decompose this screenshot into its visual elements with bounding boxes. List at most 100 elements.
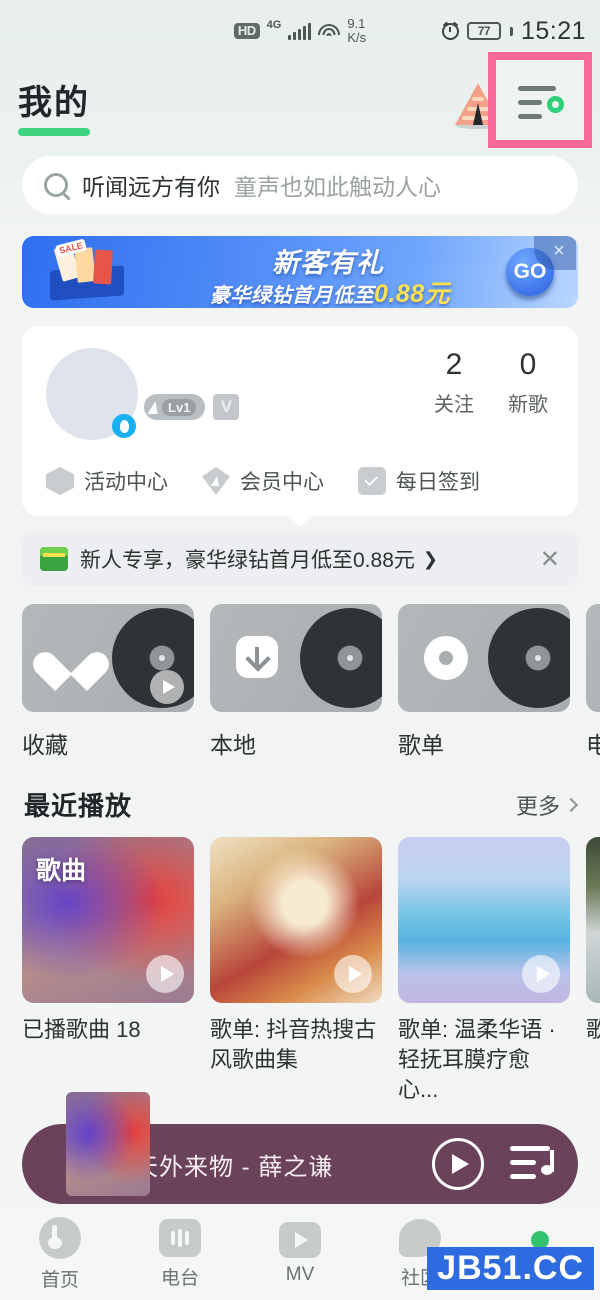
alarm-icon	[441, 22, 459, 40]
tile-art	[586, 604, 600, 712]
recent-caption: 歌单: 抖音热搜古风歌曲集	[210, 1017, 377, 1072]
stat-label: 新歌	[508, 394, 548, 416]
vinyl-icon	[300, 608, 382, 708]
tile-art	[210, 604, 382, 712]
avatar[interactable]	[46, 348, 138, 440]
status-bar-center: HD 4G 9.1 K/s	[233, 17, 366, 45]
entry-daily-checkin[interactable]: 每日签到	[358, 466, 480, 496]
search-icon	[44, 173, 68, 197]
app-screen: HD 4G 9.1 K/s 77 15:21 我的 听闻远方有你 童声也如此触动…	[0, 0, 600, 1300]
recent-cover	[210, 837, 382, 1003]
play-icon[interactable]	[146, 955, 184, 993]
recent-caption: 已播歌曲 18	[22, 1017, 141, 1042]
box-icon	[46, 467, 74, 495]
nav-item-mv[interactable]: MV	[240, 1222, 360, 1286]
wifi-icon	[318, 23, 341, 40]
stat-label: 关注	[434, 394, 474, 416]
stat-number: 0	[519, 348, 537, 381]
entry-label: 每日签到	[396, 471, 480, 494]
vip-badge[interactable]: V	[213, 394, 240, 420]
recent-card[interactable]: 歌单: 选	[586, 837, 600, 1105]
banner-subtitle: 豪华绿钻首月低至0.88元	[210, 274, 450, 308]
play-icon[interactable]	[522, 955, 560, 993]
banner-subtitle-prefix: 豪华绿钻首月低至	[210, 285, 374, 307]
tile-local[interactable]: 本地	[210, 604, 382, 760]
recent-card[interactable]: 歌单: 抖音热搜古风歌曲集	[210, 837, 382, 1105]
stat-number: 2	[445, 348, 463, 381]
promo-banner[interactable]: SALE 新客有礼 豪华绿钻首月低至0.88元 GO ×	[22, 236, 578, 308]
entry-activity-center[interactable]: 活动中心	[46, 466, 168, 496]
play-icon[interactable]	[334, 955, 372, 993]
chevron-right-icon: ❯	[422, 548, 438, 569]
network-type-label: 4G	[266, 19, 282, 31]
promo-close-icon[interactable]: ✕	[540, 545, 560, 574]
speed-value: 9.1	[347, 16, 366, 31]
tile-label: 电台	[586, 732, 600, 758]
home-note-icon	[39, 1216, 81, 1259]
qq-badge-icon	[112, 414, 136, 438]
profile-row: Lv1 V 2 关注 0 新歌	[46, 348, 554, 440]
radio-icon	[159, 1218, 201, 1257]
diamond-icon	[202, 467, 230, 495]
cd-icon	[424, 636, 468, 680]
recent-cover: 歌曲	[22, 837, 194, 1003]
category-tiles: 收藏 本地 歌单 电台	[0, 586, 600, 760]
watermark: JB51.CC	[427, 1247, 594, 1290]
battery-icon: 77	[466, 22, 501, 40]
player-cover[interactable]	[66, 1092, 150, 1196]
mini-player[interactable]: 天外来物 - 薛之谦	[22, 1092, 578, 1204]
entry-member-center[interactable]: 会员中心	[202, 466, 324, 496]
recent-card[interactable]: 歌曲 已播歌曲 18	[22, 837, 194, 1105]
playlist-icon[interactable]	[510, 1144, 556, 1184]
vinyl-icon	[488, 608, 570, 708]
entry-label: 活动中心	[84, 471, 168, 494]
speed-unit: K/s	[347, 30, 367, 45]
battery-tip-icon	[509, 26, 513, 36]
menu-icon[interactable]	[518, 84, 564, 124]
play-icon[interactable]	[150, 670, 184, 704]
banner-price: 0.88元	[374, 280, 451, 308]
page-header: 我的	[0, 52, 600, 148]
stat-follow[interactable]: 2 关注	[434, 348, 474, 417]
recent-card[interactable]: 歌单: 温柔华语 · 轻抚耳膜疗愈心...	[398, 837, 570, 1105]
search-subtext: 童声也如此触动人心	[234, 174, 441, 200]
section-title: 最近播放	[24, 791, 133, 821]
chevron-right-icon	[563, 797, 579, 812]
gift-icon	[40, 547, 68, 571]
recent-caption: 歌单: 选	[586, 1017, 600, 1042]
play-icon[interactable]	[432, 1138, 484, 1190]
player-controls	[432, 1138, 556, 1190]
tile-radio[interactable]: 电台	[586, 604, 600, 760]
profile-entries: 活动中心 会员中心 每日签到	[46, 466, 554, 496]
card-notch	[288, 515, 312, 527]
tile-playlists[interactable]: 歌单	[398, 604, 570, 760]
nav-item-home[interactable]: 首页	[0, 1216, 120, 1292]
level-badge[interactable]: Lv1	[144, 394, 206, 420]
nav-item-radio[interactable]: 电台	[120, 1218, 240, 1290]
tile-label: 本地	[210, 732, 256, 758]
page-title: 我的	[18, 75, 90, 136]
level-label: Lv1	[162, 398, 197, 416]
search-bar[interactable]: 听闻远方有你 童声也如此触动人心	[22, 156, 578, 214]
recent-list: 歌曲 已播歌曲 18 歌单: 抖音热搜古风歌曲集 歌单: 温柔华语 · 轻抚耳膜…	[0, 823, 600, 1105]
network-speed: 9.1 K/s	[347, 17, 366, 45]
entry-label: 会员中心	[240, 471, 324, 494]
recent-caption: 歌单: 温柔华语 · 轻抚耳膜疗愈心...	[398, 1017, 556, 1102]
recent-cover	[398, 837, 570, 1003]
promo-text: 新人专享，豪华绿钻首月低至0.88元	[80, 549, 415, 572]
recent-tag: 歌曲	[36, 857, 87, 885]
tile-label: 收藏	[22, 732, 68, 758]
profile-stats: 2 关注 0 新歌	[434, 348, 554, 417]
signal-bars-icon	[288, 22, 312, 40]
nav-label: 电台	[160, 1267, 199, 1289]
recent-section-header: 最近播放 更多	[0, 760, 600, 823]
promo-strip[interactable]: 新人专享，豪华绿钻首月低至0.88元 ❯ ✕	[22, 532, 578, 586]
tile-favorites[interactable]: 收藏	[22, 604, 194, 760]
bolt-icon	[147, 400, 161, 414]
calendar-check-icon	[358, 467, 386, 495]
stat-newsongs[interactable]: 0 新歌	[508, 348, 548, 417]
player-title: 天外来物 - 薛之谦	[134, 1153, 334, 1181]
tile-art	[398, 604, 570, 712]
title-underline	[18, 127, 90, 136]
more-button[interactable]: 更多	[516, 789, 579, 821]
